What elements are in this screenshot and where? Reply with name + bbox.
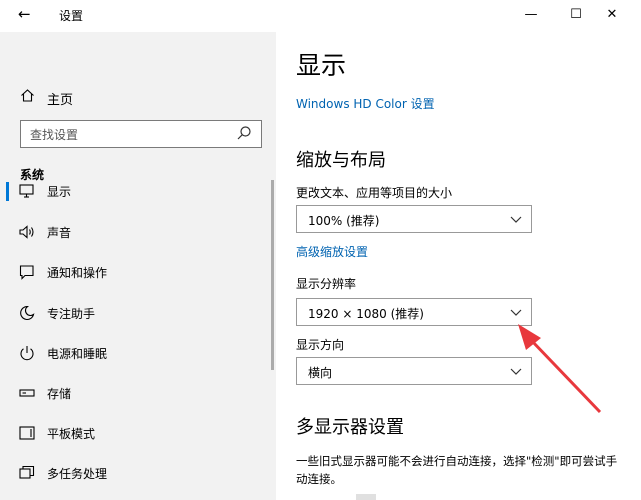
storage-icon xyxy=(18,384,36,402)
multi-display-heading: 多显示器设置 xyxy=(296,417,404,438)
orientation-dropdown-value: 横向 xyxy=(308,366,333,380)
sidebar-item-label: 声音 xyxy=(47,226,72,240)
content-scrollbar[interactable] xyxy=(356,494,376,500)
sidebar-item-notifications[interactable]: 通知和操作 xyxy=(0,252,276,292)
sidebar-item-display[interactable]: 显示 xyxy=(0,171,276,211)
sidebar-item-label: 显示 xyxy=(47,185,72,199)
sidebar-item-label: 存储 xyxy=(47,387,72,401)
sidebar-item-focus-assist[interactable]: 专注助手 xyxy=(0,293,276,333)
resolution-dropdown[interactable]: 1920 × 1080 (推荐) xyxy=(296,298,532,326)
advanced-scaling-link[interactable]: 高级缩放设置 xyxy=(296,243,368,260)
sidebar: 主页 查找设置 系统 显示 声音 通知和操作 专注助手 电源和睡眠 存储 平板模… xyxy=(0,32,276,500)
scale-label: 更改文本、应用等项目的大小 xyxy=(296,186,453,200)
minimize-button[interactable]: — xyxy=(515,2,547,28)
scale-dropdown[interactable]: 100% (推荐) xyxy=(296,205,532,233)
chevron-down-icon xyxy=(509,304,523,323)
chevron-down-icon xyxy=(509,363,523,382)
power-icon xyxy=(18,344,36,362)
sidebar-item-label: 电源和睡眠 xyxy=(47,347,108,361)
sidebar-item-power[interactable]: 电源和睡眠 xyxy=(0,333,276,373)
sidebar-item-multitasking[interactable]: 多任务处理 xyxy=(0,453,276,493)
sidebar-home[interactable]: 主页 xyxy=(0,82,276,114)
speaker-icon xyxy=(18,223,36,241)
resolution-dropdown-value: 1920 × 1080 (推荐) xyxy=(308,307,424,321)
multi-display-description: 一些旧式显示器可能不会进行自动连接，选择"检测"即可尝试手动连接。 xyxy=(296,454,618,486)
sidebar-item-tablet-mode[interactable]: 平板模式 xyxy=(0,413,276,453)
monitor-icon xyxy=(18,182,36,200)
sidebar-item-storage[interactable]: 存储 xyxy=(0,373,276,413)
search-icon[interactable] xyxy=(236,125,252,145)
sidebar-scrollbar[interactable] xyxy=(271,180,274,370)
settings-window: ← 设置 — ☐ ✕ 主页 查找设置 系统 显示 声音 通知和操作 专注助手 电… xyxy=(0,0,641,500)
orientation-label: 显示方向 xyxy=(296,338,345,352)
page-title: 显示 xyxy=(296,51,347,80)
window-title: 设置 xyxy=(59,9,84,23)
sidebar-home-label: 主页 xyxy=(47,93,74,108)
orientation-dropdown[interactable]: 横向 xyxy=(296,357,532,385)
sidebar-item-label: 通知和操作 xyxy=(47,266,108,280)
hd-color-settings-link[interactable]: Windows HD Color 设置 xyxy=(296,95,435,112)
search-input[interactable]: 查找设置 xyxy=(20,120,262,148)
chevron-down-icon xyxy=(509,211,523,230)
search-placeholder: 查找设置 xyxy=(30,128,79,142)
arrow-left-icon[interactable]: ← xyxy=(18,5,31,23)
title-bar: ← 设置 — ☐ ✕ xyxy=(0,0,641,32)
scale-dropdown-value: 100% (推荐) xyxy=(308,214,380,228)
resolution-label: 显示分辨率 xyxy=(296,277,357,291)
sidebar-item-sound[interactable]: 声音 xyxy=(0,212,276,252)
scale-layout-heading: 缩放与布局 xyxy=(296,150,386,171)
tablet-icon xyxy=(18,424,36,442)
multitask-icon xyxy=(18,464,36,482)
sidebar-item-label: 平板模式 xyxy=(47,427,96,441)
notification-icon xyxy=(18,263,36,281)
sidebar-item-label: 多任务处理 xyxy=(47,467,108,481)
home-icon xyxy=(20,88,35,107)
sidebar-item-label: 专注助手 xyxy=(47,307,96,321)
close-button[interactable]: ✕ xyxy=(596,2,628,28)
main-content: 显示 Windows HD Color 设置 缩放与布局 更改文本、应用等项目的… xyxy=(276,32,641,500)
maximize-button[interactable]: ☐ xyxy=(560,2,592,28)
selection-indicator xyxy=(6,182,9,201)
moon-icon xyxy=(18,304,36,322)
